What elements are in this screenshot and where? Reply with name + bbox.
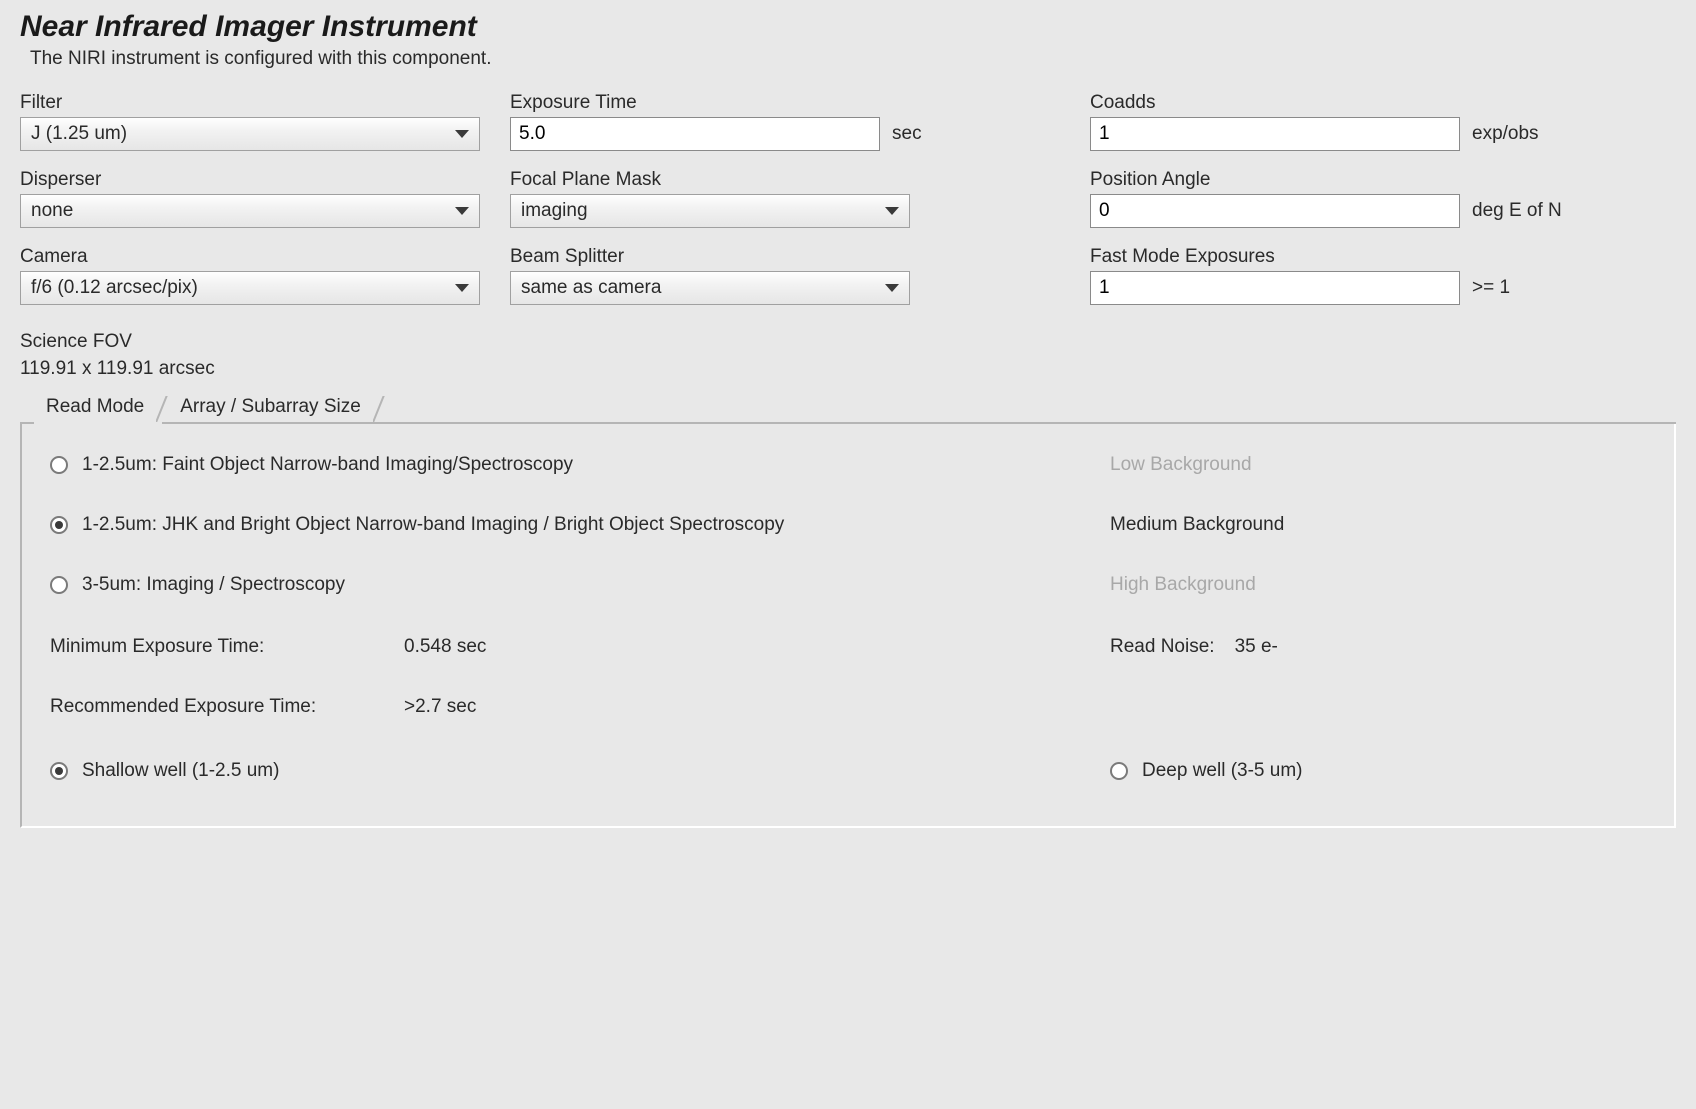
read-noise-label: Read Noise: (1110, 636, 1215, 658)
well-deep-label: Deep well (3-5 um) (1142, 760, 1303, 782)
disperser-select[interactable]: none (20, 194, 480, 228)
radio-icon (1110, 762, 1128, 780)
chevron-down-icon (455, 130, 469, 138)
disperser-value: none (31, 200, 73, 222)
fast-mode-label: Fast Mode Exposures (1090, 246, 1610, 268)
min-exp-label: Minimum Exposure Time: (50, 636, 390, 658)
read-mode-option-3-label: 3-5um: Imaging / Spectroscopy (82, 574, 345, 596)
coadds-label: Coadds (1090, 92, 1610, 114)
coadds-unit: exp/obs (1472, 123, 1539, 145)
exposure-time-input[interactable] (510, 117, 880, 151)
read-mode-option-1[interactable]: 1-2.5um: Faint Object Narrow-band Imagin… (50, 454, 1110, 476)
science-fov-label: Science FOV (20, 329, 1676, 356)
read-mode-option-1-label: 1-2.5um: Faint Object Narrow-band Imagin… (82, 454, 573, 476)
chevron-down-icon (885, 284, 899, 292)
page-title: Near Infrared Imager Instrument (20, 10, 1676, 44)
radio-icon (50, 516, 68, 534)
tab-divider-icon (373, 396, 385, 422)
exposure-time-label: Exposure Time (510, 92, 1090, 114)
chevron-down-icon (455, 207, 469, 215)
beam-splitter-value: same as camera (521, 277, 661, 299)
chevron-down-icon (455, 284, 469, 292)
disperser-label: Disperser (20, 169, 510, 191)
camera-label: Camera (20, 246, 510, 268)
read-noise-value: 35 e- (1235, 636, 1278, 658)
focal-plane-mask-label: Focal Plane Mask (510, 169, 1090, 191)
position-angle-label: Position Angle (1090, 169, 1610, 191)
tab-array-size[interactable]: Array / Subarray Size (168, 392, 373, 422)
background-label-high: High Background (1110, 574, 1646, 596)
well-deep-radio[interactable]: Deep well (3-5 um) (1110, 760, 1646, 782)
page-subtitle: The NIRI instrument is configured with t… (30, 48, 1676, 70)
read-mode-panel: 1-2.5um: Faint Object Narrow-band Imagin… (20, 424, 1676, 828)
beam-splitter-label: Beam Splitter (510, 246, 1090, 268)
rec-exp-value: >2.7 sec (404, 696, 476, 718)
min-exp-value: 0.548 sec (404, 636, 486, 658)
camera-value: f/6 (0.12 arcsec/pix) (31, 277, 198, 299)
filter-value: J (1.25 um) (31, 123, 127, 145)
radio-icon (50, 762, 68, 780)
chevron-down-icon (885, 207, 899, 215)
tab-divider-icon (156, 396, 168, 422)
read-mode-option-2-label: 1-2.5um: JHK and Bright Object Narrow-ba… (82, 514, 784, 536)
exposure-time-unit: sec (892, 123, 922, 145)
fast-mode-unit: >= 1 (1472, 277, 1510, 299)
focal-plane-mask-select[interactable]: imaging (510, 194, 910, 228)
beam-splitter-select[interactable]: same as camera (510, 271, 910, 305)
focal-plane-mask-value: imaging (521, 200, 588, 222)
well-shallow-label: Shallow well (1-2.5 um) (82, 760, 279, 782)
coadds-input[interactable] (1090, 117, 1460, 151)
science-fov-value: 119.91 x 119.91 arcsec (20, 356, 1676, 383)
rec-exp-label: Recommended Exposure Time: (50, 696, 390, 718)
radio-icon (50, 576, 68, 594)
camera-select[interactable]: f/6 (0.12 arcsec/pix) (20, 271, 480, 305)
read-mode-option-2[interactable]: 1-2.5um: JHK and Bright Object Narrow-ba… (50, 514, 1110, 536)
read-mode-option-3[interactable]: 3-5um: Imaging / Spectroscopy (50, 574, 1110, 596)
position-angle-unit: deg E of N (1472, 200, 1562, 222)
background-label-medium: Medium Background (1110, 514, 1646, 536)
tab-read-mode[interactable]: Read Mode (34, 392, 156, 422)
filter-label: Filter (20, 92, 510, 114)
radio-icon (50, 456, 68, 474)
well-shallow-radio[interactable]: Shallow well (1-2.5 um) (50, 760, 1110, 782)
filter-select[interactable]: J (1.25 um) (20, 117, 480, 151)
position-angle-input[interactable] (1090, 194, 1460, 228)
fast-mode-input[interactable] (1090, 271, 1460, 305)
background-label-low: Low Background (1110, 454, 1646, 476)
